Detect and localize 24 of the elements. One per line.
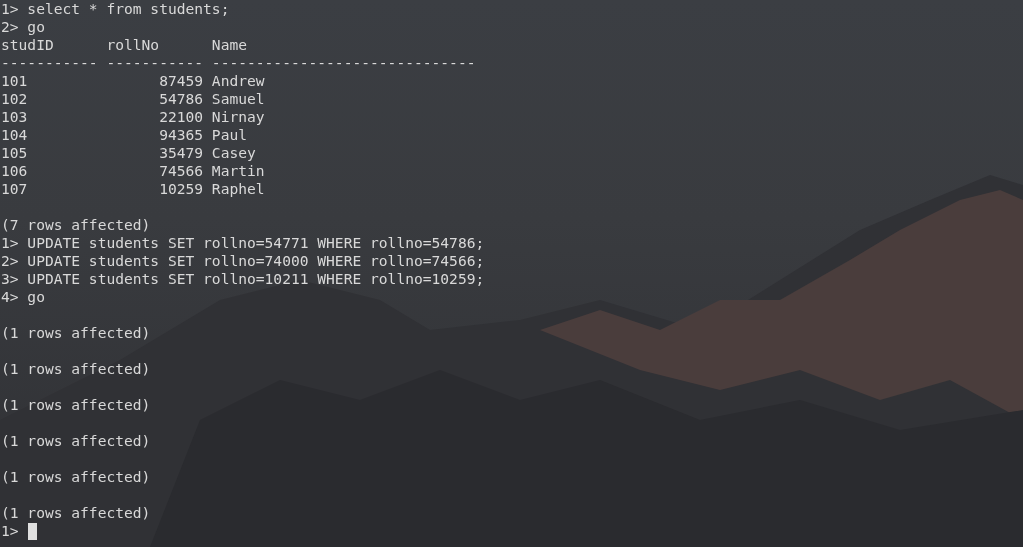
terminal-line: ----------- ----------- ------------------------------ bbox=[1, 54, 476, 72]
prompt-text: 1> bbox=[1, 522, 19, 540]
terminal-line: 4> go bbox=[1, 288, 45, 306]
terminal-line: (1 rows affected) bbox=[1, 324, 151, 342]
terminal-line: 107 10259 Raphel bbox=[1, 180, 265, 198]
terminal-line: 3> UPDATE students SET rollno=10211 WHERE rollno=10259; bbox=[1, 270, 485, 288]
terminal-line: 106 74566 Martin bbox=[1, 162, 265, 180]
terminal-line: (1 rows affected) bbox=[1, 432, 151, 450]
terminal-line: 105 35479 Casey bbox=[1, 144, 256, 162]
terminal-line: (1 rows affected) bbox=[1, 468, 151, 486]
terminal-line: 104 94365 Paul bbox=[1, 126, 247, 144]
terminal-line: 2> UPDATE students SET rollno=74000 WHERE rollno=74566; bbox=[1, 252, 485, 270]
text-cursor bbox=[27, 522, 37, 540]
terminal-line: 2> go bbox=[1, 18, 45, 36]
terminal-line: (7 rows affected) bbox=[1, 216, 151, 234]
terminal-line: 1> select * from students; bbox=[1, 0, 230, 18]
terminal-line: 1> UPDATE students SET rollno=54771 WHERE rollno=54786; bbox=[1, 234, 485, 252]
terminal-line: (1 rows affected) bbox=[1, 396, 151, 414]
terminal-line: 103 22100 Nirnay bbox=[1, 108, 265, 126]
terminal-line: 102 54786 Samuel bbox=[1, 90, 265, 108]
terminal-line: studID rollNo Name bbox=[1, 36, 247, 54]
terminal-line: (1 rows affected) bbox=[1, 360, 151, 378]
terminal-line: (1 rows affected) bbox=[1, 504, 151, 522]
terminal-line: 101 87459 Andrew bbox=[1, 72, 265, 90]
